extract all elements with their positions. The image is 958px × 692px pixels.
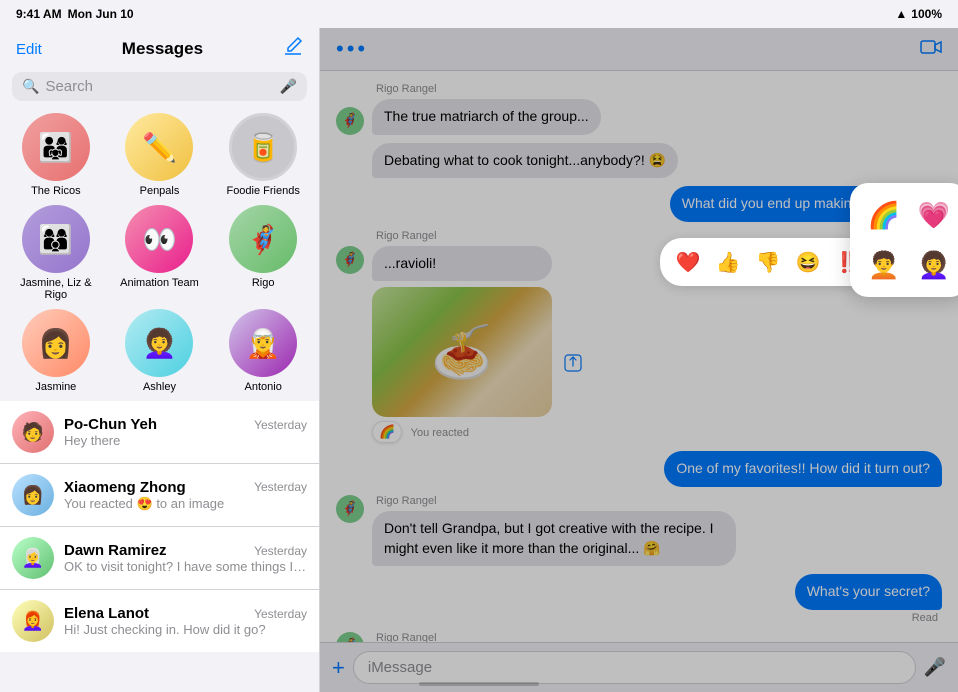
conv-content-dawn: Dawn Ramirez Yesterday OK to visit tonig… [64,542,307,574]
pinned-label-jasmine: Jasmine [35,381,76,393]
date: Mon Jun 10 [68,7,134,21]
conv-time-pochun: Yesterday [254,418,307,432]
tapback-thumbsup[interactable]: 👍 [710,244,746,280]
time: 9:41 AM [16,7,62,21]
pinned-item-ricos[interactable]: 👨‍👩‍👧 The Ricos [8,113,104,197]
reaction-emoji-heart[interactable]: 💗 [912,193,956,237]
conv-preview-pochun: Hey there [64,433,307,448]
home-indicator [419,682,539,686]
search-bar[interactable]: 🔍 Search 🎤 [12,72,307,101]
pinned-avatar-rigo: 🦸 [229,205,297,273]
pinned-avatar-antonio: 🧝 [229,309,297,377]
pinned-label-rigo: Rigo [252,277,275,289]
pinned-label-antonio: Antonio [245,381,282,393]
pinned-label-animation: Animation Team [120,277,199,289]
conv-header-pochun: Po-Chun Yeh Yesterday [64,416,307,433]
pinned-avatar-foodie: 🥫 [229,113,297,181]
tapback-haha[interactable]: 😆 [790,244,826,280]
conv-item-xiaomeng[interactable]: 👩 Xiaomeng Zhong Yesterday You reacted 😍… [0,464,319,527]
pinned-item-foodie[interactable]: 🥫 Foodie Friends [215,113,311,197]
sidebar-header: Edit Messages [0,28,319,66]
conv-content-xiaomeng: Xiaomeng Zhong Yesterday You reacted 😍 t… [64,479,307,512]
reaction-emoji-person2[interactable]: 👩‍🦱 [912,243,956,287]
main-container: Edit Messages 🔍 Search 🎤 👨‍👩‍👧 The Ricos… [0,28,958,692]
pinned-label-ricos: The Ricos [31,185,81,197]
conv-time-elena: Yesterday [254,607,307,621]
pinned-item-penpals[interactable]: ✏️ Penpals [112,113,208,197]
pinned-item-ashley[interactable]: 👩‍🦱 Ashley [112,309,208,393]
conv-avatar-elena: 👩‍🦰 [12,600,54,642]
conv-name-xiaomeng: Xiaomeng Zhong [64,479,186,496]
reaction-emoji-rainbow[interactable]: 🌈 [862,193,906,237]
conv-avatar-pochun: 🧑 [12,411,54,453]
conv-content-elena: Elena Lanot Yesterday Hi! Just checking … [64,605,307,637]
conv-header-xiaomeng: Xiaomeng Zhong Yesterday [64,479,307,496]
pinned-section: 👨‍👩‍👧 The Ricos ✏️ Penpals 🥫 Foodie Frie… [0,109,319,401]
compose-button[interactable] [283,36,303,62]
reaction-picker: 🌈 💗 🧑‍🦱 👩‍🦱 [850,183,958,297]
conversation-list: 🧑 Po-Chun Yeh Yesterday Hey there 👩 Xiao… [0,401,319,692]
conv-item-elena[interactable]: 👩‍🦰 Elena Lanot Yesterday Hi! Just check… [0,590,319,652]
pinned-item-rigo[interactable]: 🦸 Rigo [215,205,311,301]
status-bar: 9:41 AM Mon Jun 10 ▲ 100% [0,0,958,28]
status-bar-left: 9:41 AM Mon Jun 10 [16,7,134,21]
conv-header-dawn: Dawn Ramirez Yesterday [64,542,307,559]
search-placeholder: Search [45,78,273,95]
conv-preview-dawn: OK to visit tonight? I have some things … [64,559,307,574]
pinned-label-foodie: Foodie Friends [226,185,299,197]
pinned-avatar-jasmine: 👩 [22,309,90,377]
conv-item-dawn[interactable]: 👩‍🦳 Dawn Ramirez Yesterday OK to visit t… [0,527,319,590]
conv-item-pochun[interactable]: 🧑 Po-Chun Yeh Yesterday Hey there [0,401,319,464]
conv-name-dawn: Dawn Ramirez [64,542,167,559]
conv-preview-xiaomeng: You reacted 😍 to an image [64,496,307,512]
conv-avatar-dawn: 👩‍🦳 [12,537,54,579]
conv-content-pochun: Po-Chun Yeh Yesterday Hey there [64,416,307,448]
battery: 100% [911,7,942,21]
dim-overlay [320,28,958,692]
mic-icon: 🎤 [280,78,297,95]
tapback-thumbsdown[interactable]: 👎 [750,244,786,280]
pinned-avatar-ricos: 👨‍👩‍👧 [22,113,90,181]
pinned-item-jasmine[interactable]: 👩 Jasmine [8,309,104,393]
search-icon: 🔍 [22,78,39,95]
conv-time-xiaomeng: Yesterday [254,480,307,494]
chat-area: ••• 🦸 Rigo Rangel The true matriarch of … [320,28,958,692]
sidebar-title: Messages [42,39,283,59]
pinned-avatar-jasmine-liz: 👩‍👩‍👦 [22,205,90,273]
pinned-avatar-animation: 👀 [125,205,193,273]
conv-name-elena: Elena Lanot [64,605,149,622]
pinned-label-ashley: Ashley [143,381,176,393]
status-bar-right: ▲ 100% [895,7,942,21]
pinned-avatar-penpals: ✏️ [125,113,193,181]
conv-preview-elena: Hi! Just checking in. How did it go? [64,622,307,637]
pinned-label-jasmine-liz: Jasmine, Liz & Rigo [8,277,104,301]
conv-name-pochun: Po-Chun Yeh [64,416,157,433]
pinned-label-penpals: Penpals [140,185,180,197]
pinned-avatar-ashley: 👩‍🦱 [125,309,193,377]
sidebar: Edit Messages 🔍 Search 🎤 👨‍👩‍👧 The Ricos… [0,28,320,692]
pinned-item-jasmine-liz[interactable]: 👩‍👩‍👦 Jasmine, Liz & Rigo [8,205,104,301]
conv-header-elena: Elena Lanot Yesterday [64,605,307,622]
edit-button[interactable]: Edit [16,41,42,58]
conv-avatar-xiaomeng: 👩 [12,474,54,516]
pinned-item-antonio[interactable]: 🧝 Antonio [215,309,311,393]
conv-time-dawn: Yesterday [254,544,307,558]
tapback-heart[interactable]: ❤️ [670,244,706,280]
wifi-icon: ▲ [895,7,907,21]
pinned-item-animation[interactable]: 👀 Animation Team [112,205,208,301]
reaction-emoji-person1[interactable]: 🧑‍🦱 [862,243,906,287]
